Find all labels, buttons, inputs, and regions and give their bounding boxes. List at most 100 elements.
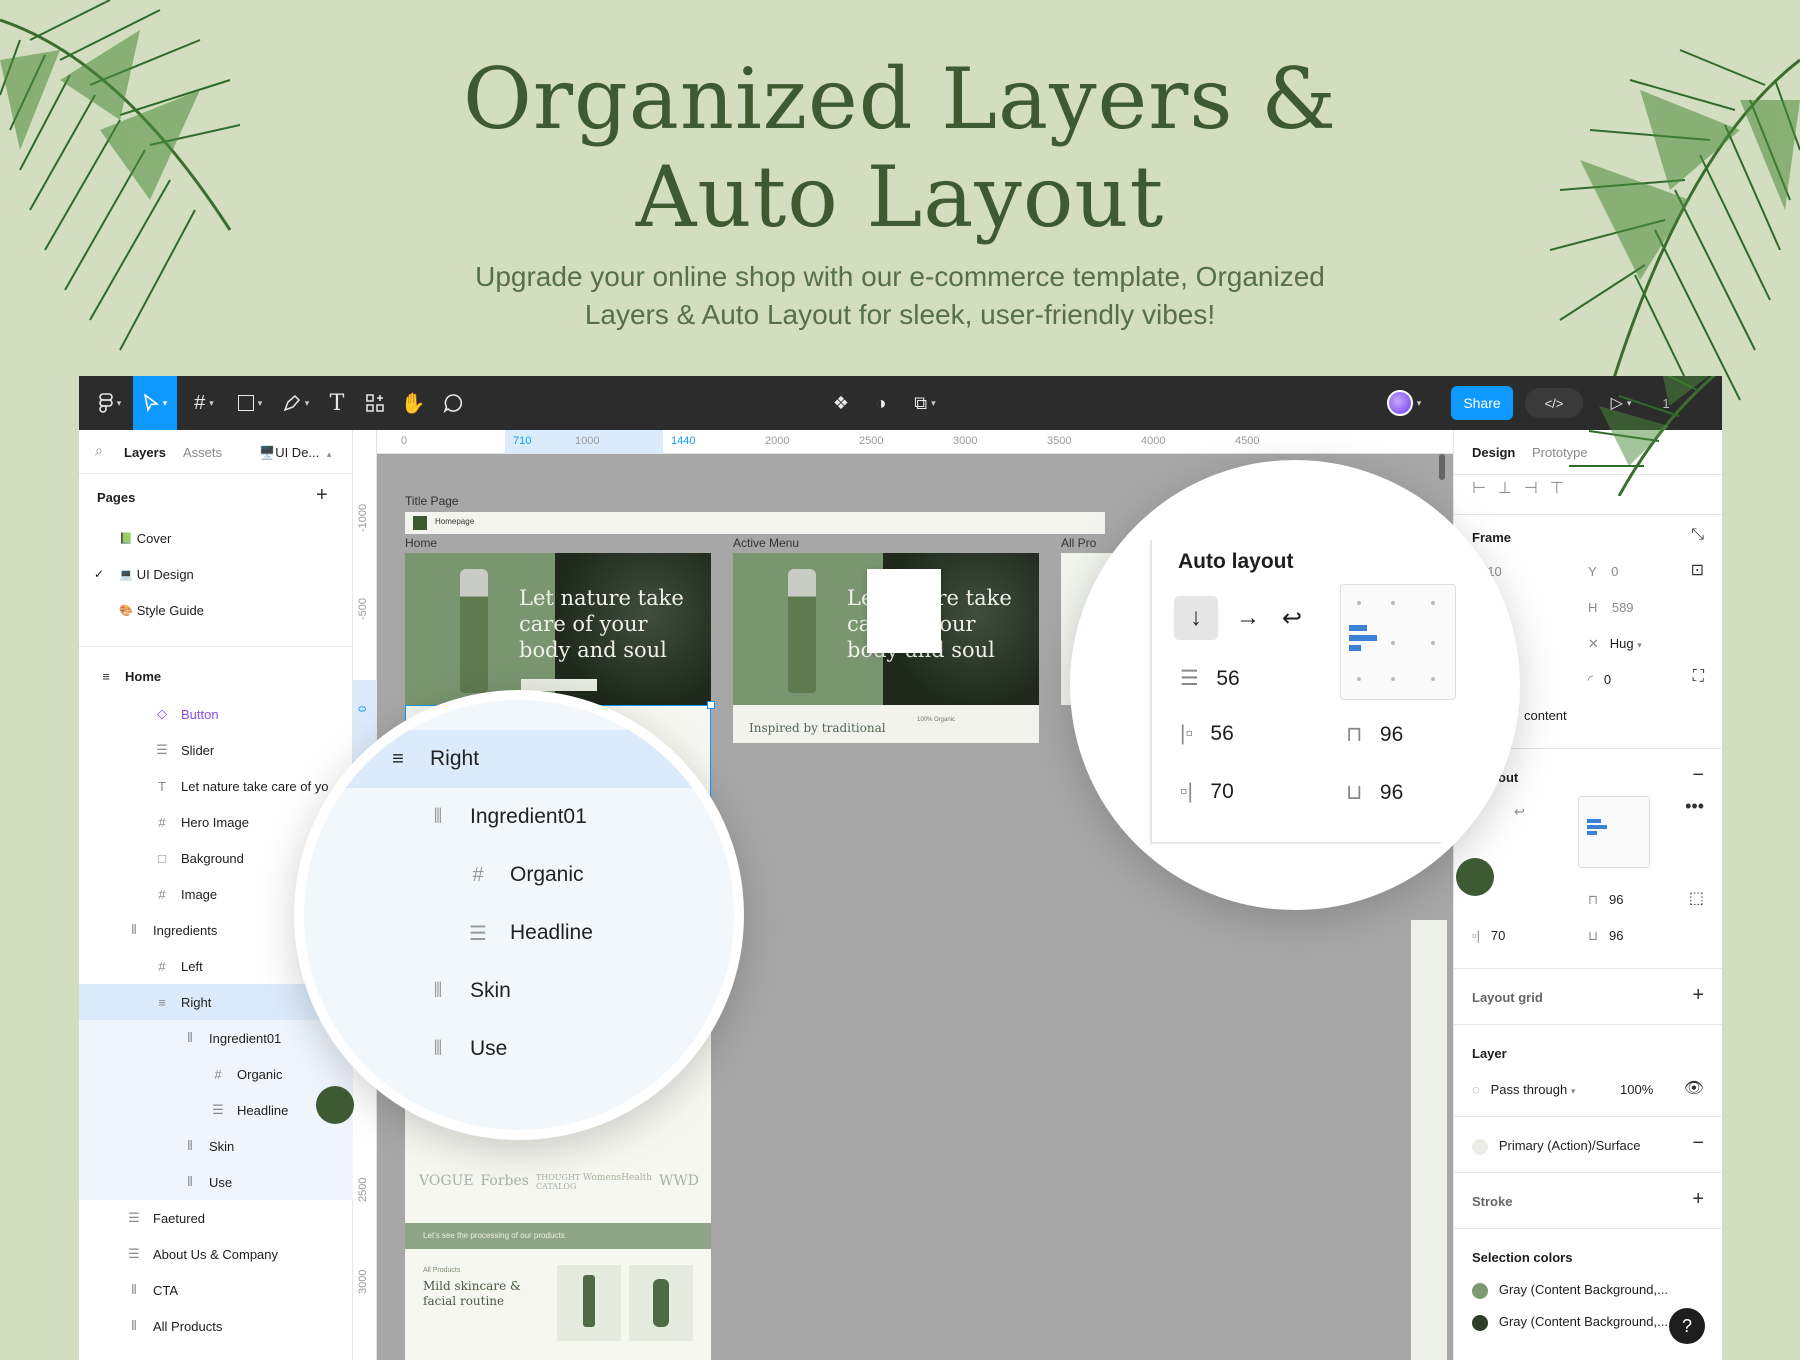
padding-bottom-field[interactable]: ⊔ 96 [1588, 928, 1623, 944]
search-icon[interactable]: ⌕ [95, 442, 103, 459]
layer-row[interactable]: ⫴ All Products [79, 1308, 353, 1344]
share-button[interactable]: Share [1451, 386, 1513, 420]
alignment-grid[interactable] [1578, 796, 1650, 868]
layout-grid-heading[interactable]: Layout grid [1472, 990, 1543, 1005]
frame-label-title-page[interactable]: Title Page [405, 494, 459, 508]
selection-handle[interactable] [707, 701, 715, 709]
layer-row[interactable]: ☰ About Us & Company [79, 1236, 353, 1272]
bubble-layer-row[interactable]: ≡ Right [304, 730, 734, 788]
checkmark-icon: ✓ [93, 567, 105, 581]
bubble-layer-row[interactable]: ⫴ Skin [304, 962, 734, 1020]
frame-label-all-products[interactable]: All Pro [1061, 536, 1096, 550]
frame-label-home[interactable]: Home [405, 536, 437, 550]
frame-tool-button[interactable]: # ▾ [185, 388, 223, 418]
remove-auto-layout-icon[interactable]: − [1692, 764, 1704, 787]
layer-label: Home [125, 668, 162, 684]
hand-tool-button[interactable]: ✋ [399, 388, 427, 418]
frame-label-active-menu[interactable]: Active Menu [733, 536, 799, 550]
mask-button[interactable]: ◑ [867, 388, 895, 418]
eye-visibility-icon[interactable]: 👁 [1684, 1078, 1704, 1098]
vertical-scrollbar[interactable] [1439, 454, 1445, 480]
brand-logo-text: WomensHealth [582, 1173, 653, 1183]
padding-bottom-field-zoom[interactable]: ⊔ 96 [1346, 780, 1403, 805]
layer-row[interactable]: ⫴ Skin [79, 1128, 353, 1164]
padding-top-field-zoom[interactable]: ⊓ 96 [1346, 722, 1403, 747]
tab-layers[interactable]: Layers [124, 445, 166, 460]
h-field[interactable]: H 589 [1588, 600, 1634, 615]
layer-row[interactable]: ◇ Button [79, 696, 353, 732]
layer-type-icon: ⫴ [433, 1037, 443, 1060]
direction-vertical-button[interactable]: ↓ [1174, 596, 1218, 640]
layer-row[interactable]: ☰ Faetured [79, 1200, 353, 1236]
layers-magnifier-bubble: ≡ Right ⫴ Ingredient01 # Organic ☰ Headline ⫴ Ski… [294, 690, 744, 1140]
move-tool-button[interactable]: ▾ [133, 376, 177, 430]
alignment-grid-zoom[interactable] [1340, 584, 1456, 700]
main-menu-button[interactable]: ▾ [93, 388, 127, 418]
boolean-button[interactable]: ⧉ ▾ [905, 388, 945, 418]
wrap-icon[interactable]: ↩ [1514, 804, 1525, 820]
bubble-divider [1150, 540, 1152, 860]
shape-tool-button[interactable]: ▾ [231, 388, 269, 418]
corner-radius-field[interactable]: ◜ 0 [1588, 672, 1611, 688]
add-stroke-icon[interactable]: + [1692, 1188, 1704, 1211]
blend-mode-select[interactable]: ◌ Pass through ▾ [1472, 1082, 1575, 1097]
comment-bubble-icon [443, 394, 463, 413]
comment-tool-button[interactable] [439, 388, 467, 418]
page-item[interactable]: 📗 Cover [79, 522, 353, 554]
padding-top-field[interactable]: ⊓ 96 [1588, 892, 1623, 908]
user-avatar-button[interactable]: ▾ [1382, 388, 1426, 418]
frame-heading[interactable]: Frame [1472, 530, 1511, 545]
file-page-switcher[interactable]: 🖥️UI De... ▴ [259, 445, 331, 461]
add-page-icon[interactable]: + [316, 484, 328, 507]
gap-field-zoom[interactable]: ☰ 56 [1180, 666, 1240, 691]
dropdown-menu-overlay [867, 569, 941, 653]
create-component-button[interactable]: ❖ [827, 388, 855, 418]
auto-layout-magnifier-bubble: Auto layout ↓ → ↩ ☰ 56 |▫ 56 ⊓ 96 ▫| 70 … [1070, 460, 1520, 910]
y-field[interactable]: Y 0 [1588, 564, 1618, 579]
constraints-icon[interactable]: ⊡ [1691, 560, 1704, 580]
palm-leaf-overlay-decoration [1569, 376, 1717, 496]
more-options-icon[interactable]: ••• [1685, 796, 1704, 817]
clip-content-label[interactable]: content [1524, 708, 1567, 723]
tab-design[interactable]: Design [1472, 445, 1515, 460]
frame-active-menu-body[interactable]: Inspired by traditional 100% Organic [733, 705, 1039, 743]
page-item[interactable]: 🎨 Style Guide [79, 594, 353, 626]
height-mode-select[interactable]: ✕ Hug ▾ [1588, 636, 1642, 652]
bubble-layer-row[interactable]: ⫴ Use [304, 1020, 734, 1078]
ruler-tick-label: 2500 [357, 1177, 369, 1202]
layer-row[interactable]: ≡ Home [79, 658, 353, 694]
fill-row[interactable]: Primary (Action)/Surface [1472, 1138, 1640, 1155]
layer-row[interactable]: ⫴ Use [79, 1164, 353, 1200]
pen-tool-button[interactable]: ▾ [277, 388, 315, 418]
frame-active-menu-hero[interactable]: Let nature take care of your body and so… [733, 553, 1039, 705]
page-item[interactable]: ✓ 💻 UI Design [79, 558, 353, 590]
bubble-layer-row[interactable]: # Organic [304, 846, 734, 904]
resize-to-fit-icon[interactable]: ⤡ [1691, 526, 1704, 544]
independent-corners-icon[interactable]: ⛶ [1693, 668, 1704, 686]
frame-edge-preview[interactable] [1411, 920, 1447, 1360]
frame-home-hero[interactable]: Let nature take care of your body and so… [405, 553, 711, 705]
layer-row[interactable]: ⫴ CTA [79, 1272, 353, 1308]
resources-tool-button[interactable] [361, 388, 389, 418]
bubble-layer-row[interactable]: ☰ Headline [304, 904, 734, 962]
text-tool-button[interactable]: T [323, 388, 351, 418]
add-layout-grid-icon[interactable]: + [1692, 984, 1704, 1007]
help-button[interactable]: ? [1669, 1308, 1705, 1344]
padding-right-field-zoom[interactable]: ▫| 70 [1180, 780, 1234, 804]
layer-row[interactable]: ☰ Headline [79, 1092, 353, 1128]
hero-title-line1: Organized Layers & [462, 50, 1338, 148]
opacity-field[interactable]: 100% [1620, 1082, 1653, 1097]
selection-color-row[interactable]: Gray (Content Background,... [1472, 1282, 1668, 1299]
padding-left-field-zoom[interactable]: |▫ 56 [1180, 722, 1234, 746]
cursor-arrow-icon [143, 394, 159, 412]
stroke-heading[interactable]: Stroke [1472, 1194, 1512, 1209]
homepage-bar[interactable]: Homepage [405, 512, 1105, 534]
padding-right-field[interactable]: ▫| 70 [1472, 928, 1505, 943]
remove-fill-icon[interactable]: − [1692, 1132, 1704, 1155]
direction-wrap-button[interactable]: ↩ [1270, 596, 1314, 640]
direction-horizontal-button[interactable]: → [1226, 596, 1270, 640]
bubble-layer-row[interactable]: ⫴ Ingredient01 [304, 788, 734, 846]
selection-color-row[interactable]: Gray (Content Background,... [1472, 1314, 1668, 1331]
individual-padding-icon[interactable]: ⬚ [1689, 888, 1704, 908]
tab-assets[interactable]: Assets [183, 445, 222, 460]
